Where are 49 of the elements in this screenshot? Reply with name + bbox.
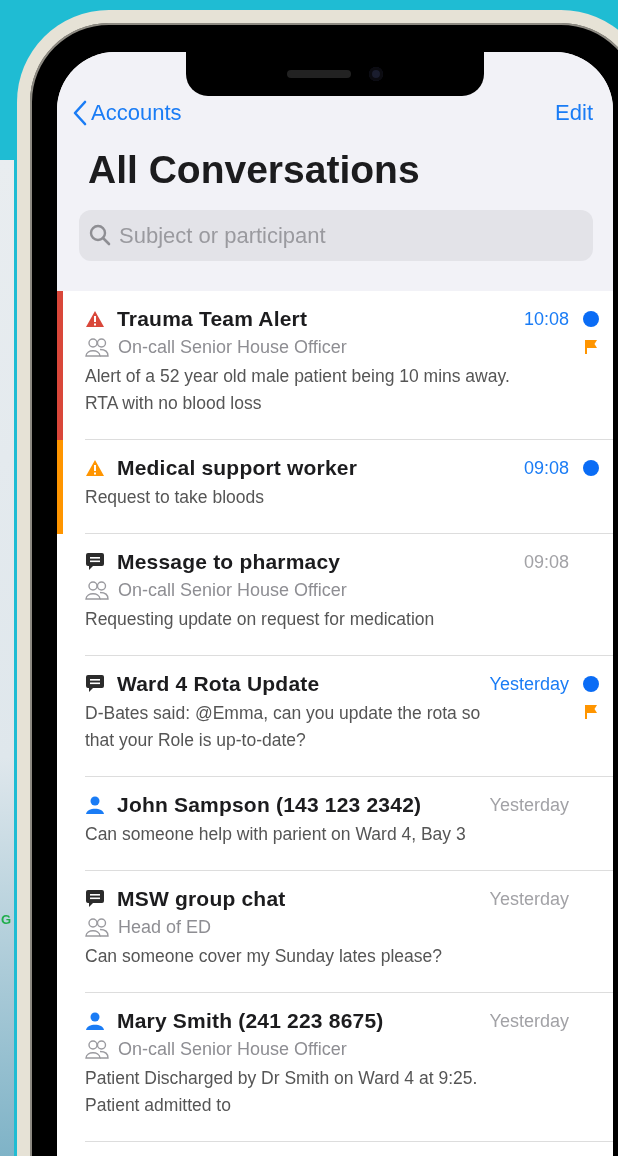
chat-icon [85, 674, 105, 694]
warning-icon [85, 459, 105, 477]
message-time: Yesterday [489, 794, 569, 816]
conversation-title: MSW group chat [117, 887, 286, 911]
participant-role: Head of ED [118, 916, 212, 938]
conversation-row[interactable]: Ward 4 Rota Update D-Bates said: @Emma, can you update the rota so that your Role is up-to-date? Yesterday [57, 656, 613, 777]
search-field[interactable]: Subject or participant [79, 210, 593, 261]
message-preview: Can someone cover my Sunday lates please? [85, 945, 443, 968]
conversation-title: Mary Smith (241 223 8675) [117, 1009, 384, 1033]
conversation-row[interactable]: John Sampson (143 123 2342) Can someone help with parient on Ward 4, Bay 3 Yesterday [57, 777, 613, 871]
message-preview: Patient Discharged by Dr Smith on Ward 4 at 9:25. Patient admitted to [85, 1067, 479, 1117]
page-title: All Conversations [88, 148, 421, 192]
people-icon [85, 580, 109, 600]
message-time: 09:08 [523, 551, 569, 573]
warning-icon [85, 310, 105, 328]
message-time: Yesterday [489, 673, 569, 695]
conversation-title: Ward 4 Rota Update [117, 672, 320, 696]
conversation-title: John Sampson (143 123 2342) [117, 793, 422, 817]
participant-role: On-call Senior House Officer [118, 579, 347, 601]
message-time: Yesterday [489, 1010, 569, 1032]
conversation-title: Trauma Team Alert [117, 307, 308, 331]
conversation-row[interactable]: MSW group chat Head of ED Can someone cover my Sunday lates please? Yesterday [57, 871, 613, 993]
participant-role: On-call Senior House Officer [118, 1038, 347, 1060]
background-text: G [1, 912, 12, 927]
chevron-left-icon [73, 100, 87, 126]
chat-icon [85, 889, 105, 909]
message-preview: Request to take bloods [85, 486, 265, 509]
edit-link[interactable]: Edit [555, 100, 593, 126]
message-time: Yesterday [489, 888, 569, 910]
participant-role: On-call Senior House Officer [118, 336, 347, 358]
message-time: 10:08 [523, 308, 569, 330]
message-preview: Can someone help with parient on Ward 4, Bay 3 [85, 823, 467, 846]
conversation-title: Message to pharmacy [117, 550, 341, 574]
back-link[interactable]: Accounts [73, 100, 182, 126]
people-icon [85, 1039, 109, 1059]
person-icon [85, 1011, 105, 1031]
people-icon [85, 917, 109, 937]
conversation-row[interactable]: Medical support worker Request to take bloods 09:08 [57, 440, 613, 534]
conversation-row[interactable]: Trauma Team Alert On-call Senior House Officer Alert of a 52 year old male patient being 10 mins away. RTA with no blood loss 10:08 [57, 291, 613, 440]
chat-icon [85, 552, 105, 572]
conversation-row[interactable]: Message to pharmacy On-call Senior House Officer Requesting update on request for medication 09:08 [57, 534, 613, 656]
message-preview: D-Bates said: @Emma, can you update the rota so that your Role is up-to-date? [85, 702, 482, 752]
message-preview: Requesting update on request for medication [85, 608, 436, 631]
people-icon [85, 337, 109, 357]
message-time: 09:08 [523, 457, 569, 479]
conversation-row[interactable]: Mary Smith (241 223 8675) On-call Senior House Officer Patient Discharged by Dr Smith on Ward 4 at 9:25. Patient admitted to Yesterday [57, 993, 613, 1142]
message-preview: Alert of a 52 year old male patient being 10 mins away. RTA with no blood loss [85, 365, 511, 415]
conversation-title: Medical support worker [117, 456, 358, 480]
person-icon [85, 795, 105, 815]
